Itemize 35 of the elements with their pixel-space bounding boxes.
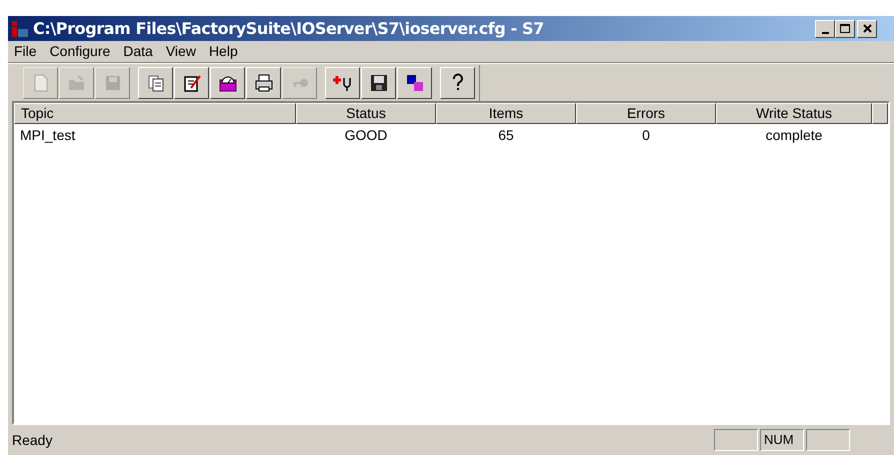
maximize-button[interactable] xyxy=(835,20,855,38)
toolbar-button[interactable] xyxy=(361,66,396,98)
toolbar-button[interactable] xyxy=(174,66,209,98)
table-cell: MPI_test xyxy=(20,126,76,142)
menu-item[interactable]: Data xyxy=(123,41,153,62)
app-icon xyxy=(11,20,29,38)
status-pane xyxy=(806,429,850,451)
column-header[interactable]: Status xyxy=(296,103,436,124)
menu-item[interactable]: File xyxy=(14,41,37,62)
printer-icon xyxy=(252,72,274,94)
window-title: C:\Program Files\FactorySuite\IOServer\S7\ioserver.cfg - S7 xyxy=(33,18,544,40)
table-cell: 0 xyxy=(642,126,650,142)
menu-item[interactable]: Help xyxy=(208,41,238,62)
column-header[interactable]: Write Status xyxy=(716,103,872,124)
status-text: Ready xyxy=(12,430,54,450)
column-header[interactable]: Items xyxy=(436,103,576,124)
column-header[interactable] xyxy=(872,103,888,124)
menu-item[interactable]: Configure xyxy=(50,41,110,62)
toolbar-button[interactable] xyxy=(138,66,173,98)
column-header[interactable]: Topic xyxy=(14,103,296,124)
close-button[interactable] xyxy=(857,20,877,38)
table-cell: GOOD xyxy=(344,126,388,142)
help-button[interactable] xyxy=(440,66,475,98)
status-pane xyxy=(714,429,758,451)
table-cell: complete xyxy=(766,126,822,142)
toolbar-button[interactable] xyxy=(397,66,432,98)
toolbar-button[interactable] xyxy=(325,66,360,98)
menu-item[interactable]: View xyxy=(166,41,196,62)
toolbar-button[interactable] xyxy=(210,66,245,98)
status-pane: NUM xyxy=(760,429,804,451)
close-icon xyxy=(862,24,872,33)
table-cell: 65 xyxy=(498,126,514,142)
toolbar-button[interactable] xyxy=(246,66,281,98)
minimize-button[interactable] xyxy=(815,20,835,38)
column-header[interactable]: Errors xyxy=(576,103,716,124)
